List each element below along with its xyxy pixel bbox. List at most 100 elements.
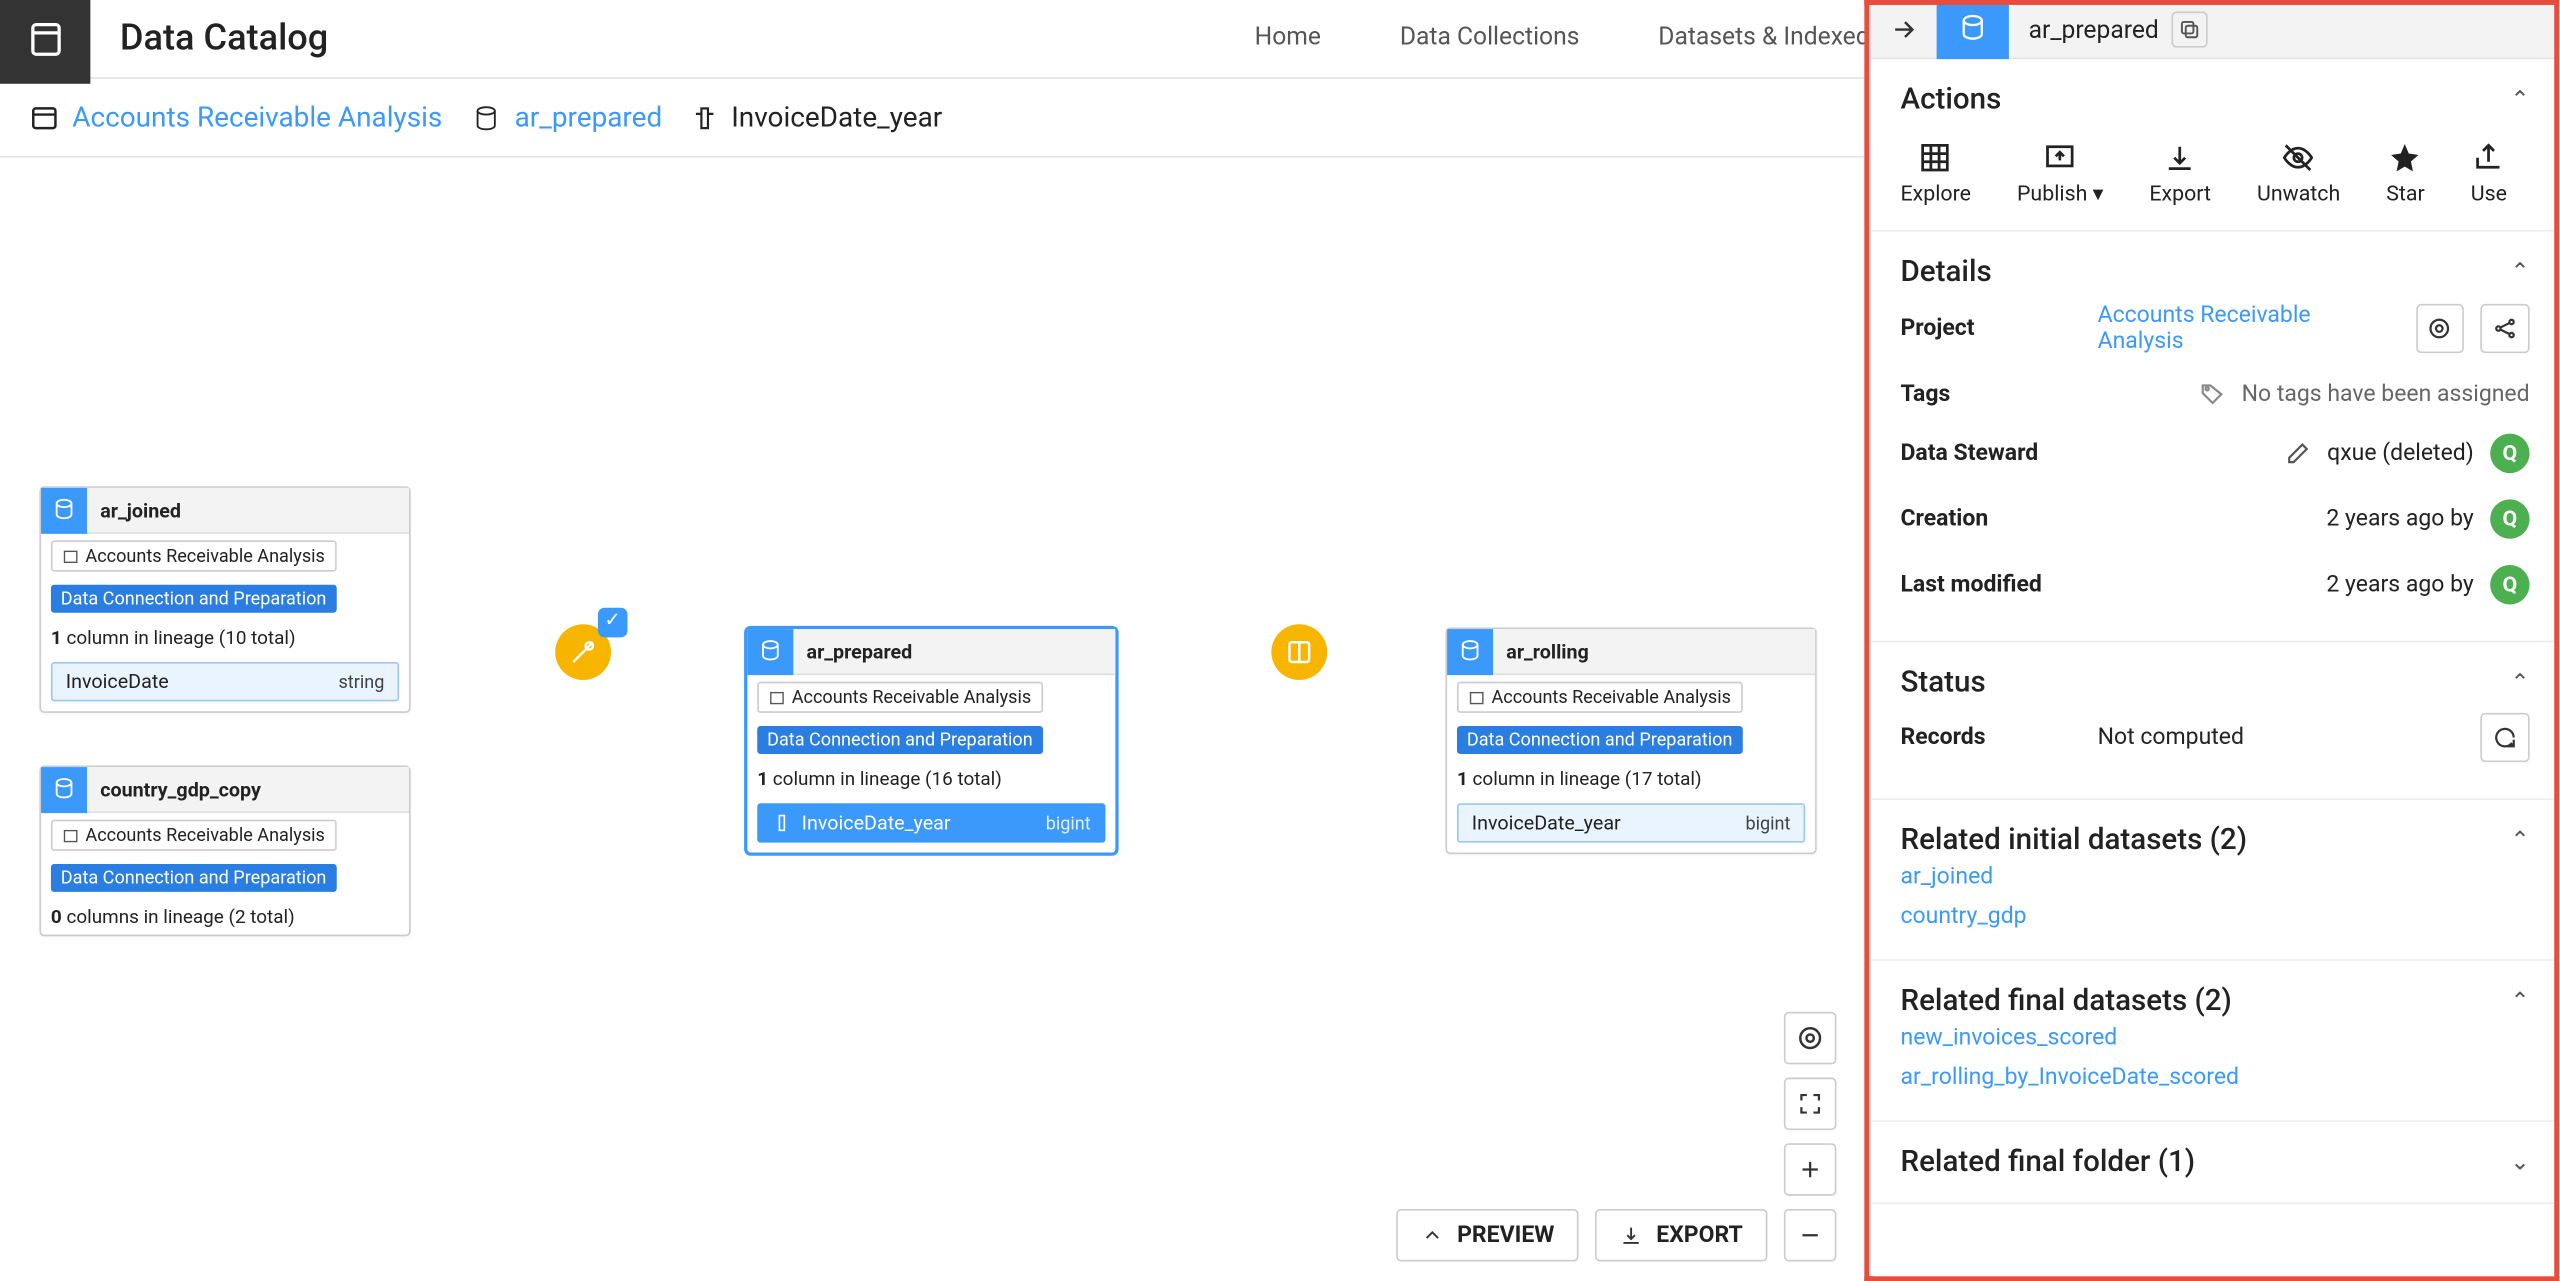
zoom-out-button[interactable] bbox=[1784, 1209, 1837, 1262]
crumb-project-link[interactable]: Accounts Receivable Analysis bbox=[72, 101, 442, 134]
label-tags: Tags bbox=[1900, 381, 2097, 407]
recipe-window-icon[interactable] bbox=[1271, 624, 1327, 680]
lineage-count: 0 columns in lineage (2 total) bbox=[51, 905, 295, 928]
section-details-toggle[interactable]: Details ⌃ bbox=[1900, 255, 2529, 289]
preview-button[interactable]: PREVIEW bbox=[1396, 1209, 1579, 1262]
section-actions: Actions ⌃ Explore Publish ▾ Export Unwat… bbox=[1871, 59, 2559, 231]
avatar[interactable]: Q bbox=[2490, 434, 2529, 473]
star-icon bbox=[2387, 140, 2423, 176]
chevron-up-icon: ⌃ bbox=[2510, 827, 2529, 853]
related-link[interactable]: ar_joined bbox=[1900, 857, 2529, 896]
action-explore[interactable]: Explore bbox=[1900, 140, 1970, 207]
tags-value: No tags have been assigned bbox=[2242, 381, 2530, 407]
column-row[interactable]: InvoiceDate string bbox=[51, 662, 399, 701]
action-unwatch[interactable]: Unwatch bbox=[2257, 140, 2340, 207]
section-status: Status ⌃ Records Not computed bbox=[1871, 642, 2559, 800]
crumb-dataset[interactable]: ar_prepared bbox=[472, 101, 662, 134]
section-actions-toggle[interactable]: Actions ⌃ bbox=[1900, 82, 2529, 116]
project-tag: Accounts Receivable Analysis bbox=[51, 540, 336, 571]
crumb-project[interactable]: Accounts Receivable Analysis bbox=[30, 101, 443, 134]
node-title: ar_rolling bbox=[1493, 640, 1589, 663]
panel-header: ar_prepared bbox=[1871, 0, 2559, 59]
column-row[interactable]: InvoiceDate_year bigint bbox=[757, 803, 1105, 842]
related-link[interactable]: new_invoices_scored bbox=[1900, 1018, 2529, 1057]
chevron-up-icon: ⌃ bbox=[2510, 988, 2529, 1014]
node-ar-joined[interactable]: ar_joined Accounts Receivable Analysis D… bbox=[39, 486, 410, 713]
grid-icon bbox=[1918, 140, 1954, 176]
project-tag: Accounts Receivable Analysis bbox=[51, 820, 336, 851]
node-ar-prepared[interactable]: ar_prepared Accounts Receivable Analysis… bbox=[746, 627, 1117, 854]
action-use[interactable]: Use bbox=[2471, 140, 2507, 207]
modified-value: 2 years ago by bbox=[2326, 572, 2473, 598]
avatar[interactable]: Q bbox=[2490, 565, 2529, 604]
section-related-folder: Related final folder (1) ⌄ bbox=[1871, 1122, 2559, 1204]
edges-svg bbox=[0, 158, 493, 404]
share-icon bbox=[2471, 140, 2507, 176]
section-related-final-toggle[interactable]: Related final datasets (2) ⌃ bbox=[1900, 984, 2529, 1018]
copy-name-button[interactable] bbox=[2172, 11, 2208, 47]
postgres-icon bbox=[1937, 0, 2009, 58]
edit-icon[interactable] bbox=[2284, 440, 2310, 466]
related-link[interactable]: country_gdp bbox=[1900, 897, 2529, 936]
lineage-count: 1 column in lineage (10 total) bbox=[51, 626, 296, 649]
collapse-panel-button[interactable] bbox=[1871, 0, 1937, 58]
fullscreen-icon[interactable] bbox=[1784, 1078, 1837, 1131]
node-ar-rolling[interactable]: ar_rolling Accounts Receivable Analysis … bbox=[1445, 627, 1816, 854]
node-country-gdp-copy[interactable]: country_gdp_copy Accounts Receivable Ana… bbox=[39, 765, 410, 936]
publish-icon bbox=[2042, 140, 2078, 176]
recipe-prepare-icon[interactable] bbox=[555, 624, 611, 680]
project-tag: Accounts Receivable Analysis bbox=[757, 682, 1042, 713]
column-type: bigint bbox=[1046, 812, 1091, 833]
postgres-icon bbox=[41, 487, 87, 533]
project-tag: Accounts Receivable Analysis bbox=[1457, 682, 1742, 713]
tab-collections[interactable]: Data Collections bbox=[1360, 0, 1618, 78]
pipeline-tag: Data Connection and Preparation bbox=[757, 726, 1042, 754]
column-type: string bbox=[338, 671, 384, 692]
panel-title: ar_prepared bbox=[2009, 14, 2159, 44]
section-related-folder-toggle[interactable]: Related final folder (1) ⌄ bbox=[1900, 1145, 2529, 1179]
lineage-count: 1 column in lineage (16 total) bbox=[757, 767, 1002, 790]
chevron-down-icon: ⌄ bbox=[2510, 1149, 2529, 1175]
pipeline-tag: Data Connection and Preparation bbox=[1457, 726, 1742, 754]
project-link[interactable]: Accounts Receivable Analysis bbox=[2098, 302, 2400, 355]
chevron-up-icon bbox=[1421, 1224, 1444, 1247]
download-icon bbox=[1620, 1224, 1643, 1247]
share-project-icon[interactable] bbox=[2481, 304, 2530, 353]
avatar[interactable]: Q bbox=[2490, 499, 2529, 538]
crumb-column: InvoiceDate_year bbox=[692, 101, 942, 134]
action-star[interactable]: Star bbox=[2386, 140, 2425, 207]
label-modified: Last modified bbox=[1900, 572, 2097, 598]
steward-value: qxue (deleted) bbox=[2327, 440, 2474, 466]
open-project-icon[interactable] bbox=[2416, 304, 2465, 353]
crumb-column-label: InvoiceDate_year bbox=[731, 101, 942, 134]
pipeline-tag: Data Connection and Preparation bbox=[51, 585, 336, 613]
records-value: Not computed bbox=[2098, 724, 2464, 750]
label-project: Project bbox=[1900, 315, 2097, 341]
column-row[interactable]: InvoiceDate_year bigint bbox=[1457, 803, 1805, 842]
postgres-icon bbox=[41, 766, 87, 812]
column-name: InvoiceDate_year bbox=[802, 811, 951, 834]
zoom-in-button[interactable] bbox=[1784, 1143, 1837, 1196]
export-button[interactable]: EXPORT bbox=[1595, 1209, 1767, 1262]
chevron-up-icon: ⌃ bbox=[2510, 86, 2529, 112]
tag-icon bbox=[2199, 381, 2225, 407]
lineage-count: 1 column in lineage (17 total) bbox=[1457, 767, 1702, 790]
related-link[interactable]: ar_rolling_by_InvoiceDate_scored bbox=[1900, 1058, 2529, 1097]
node-title: country_gdp_copy bbox=[87, 778, 261, 801]
refresh-icon[interactable] bbox=[2480, 713, 2529, 762]
target-icon[interactable] bbox=[1784, 1012, 1837, 1065]
brand-title: Data Catalog bbox=[120, 18, 328, 59]
app-logo[interactable] bbox=[0, 0, 90, 84]
action-publish[interactable]: Publish ▾ bbox=[2017, 140, 2103, 207]
postgres-icon bbox=[1447, 628, 1493, 674]
crumb-dataset-link[interactable]: ar_prepared bbox=[515, 101, 663, 134]
label-steward: Data Steward bbox=[1900, 440, 2097, 466]
section-status-toggle[interactable]: Status ⌃ bbox=[1900, 665, 2529, 699]
chevron-up-icon: ⌃ bbox=[2510, 669, 2529, 695]
section-related-initial-toggle[interactable]: Related initial datasets (2) ⌃ bbox=[1900, 823, 2529, 857]
section-details: Details ⌃ Project Accounts Receivable An… bbox=[1871, 232, 2559, 643]
action-export[interactable]: Export bbox=[2149, 140, 2211, 207]
column-type: bigint bbox=[1745, 812, 1790, 833]
canvas-controls: PREVIEW EXPORT bbox=[1396, 1012, 1836, 1262]
tab-home[interactable]: Home bbox=[1215, 0, 1360, 78]
